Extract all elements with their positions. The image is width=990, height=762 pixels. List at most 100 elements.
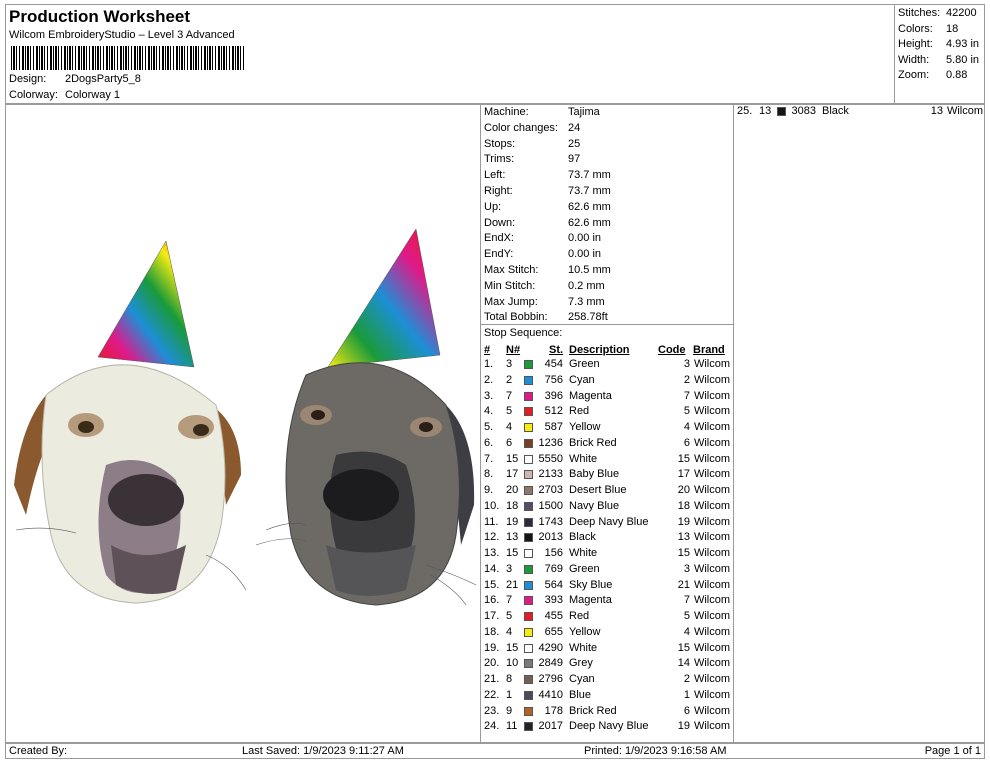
machine-info-value: 0.00 in: [568, 248, 602, 261]
machine-info-row: Down: 62.6 mm: [484, 217, 611, 229]
row-index: 10.: [484, 499, 500, 512]
thread-brand: Wilcom: [693, 720, 730, 733]
row-index: 16.: [484, 594, 500, 607]
machine-info-row: Min Stitch: 0.2 mm: [484, 280, 605, 292]
stitch-count: 2017: [538, 720, 563, 733]
color-swatch: [524, 627, 533, 637]
machine-info-row: Right: 73.7 mm: [484, 185, 611, 197]
stitch-count: 3083: [791, 105, 816, 117]
stitch-count: 655: [544, 625, 563, 638]
color-code: 15: [677, 452, 690, 465]
machine-info-label: Trims:: [484, 153, 515, 166]
color-swatch: [777, 107, 786, 116]
color-swatch: [524, 564, 533, 574]
needle-number: 4: [506, 625, 513, 638]
stitch-count: 2133: [538, 468, 563, 481]
stop-sequence-row: 24. 11 2017 Deep Navy Blue 19 Wilcom: [481, 720, 733, 736]
thread-brand: Wilcom: [693, 657, 730, 670]
left-dog: [14, 240, 241, 604]
stop-sequence-row: 16. 7 393 Magenta 7 Wilcom: [481, 594, 733, 610]
summary-value: 4.93 in: [946, 38, 980, 50]
color-description: White: [569, 452, 598, 465]
color-description: Cyan: [569, 673, 595, 685]
needle-number: 3: [506, 562, 513, 575]
machine-info-row: Color changes: 24: [484, 122, 580, 134]
thread-brand: Wilcom: [693, 531, 730, 544]
worksheet-header: Production Worksheet Wilcom EmbroiderySt…: [5, 4, 894, 104]
row-index: 1.: [484, 358, 494, 370]
color-description: Brick Red: [569, 436, 617, 449]
color-code: 7: [683, 594, 690, 607]
needle-number: 2: [506, 373, 513, 386]
stitch-count: 2849: [538, 657, 563, 670]
stitch-count: 1743: [538, 515, 563, 528]
row-index: 7.: [484, 452, 494, 465]
machine-info-row: Max Stitch: 10.5 mm: [484, 264, 611, 276]
stitch-count: 2013: [538, 531, 563, 544]
color-description: White: [569, 547, 598, 559]
row-index: 3.: [484, 389, 494, 402]
machine-info-label: Left:: [484, 169, 506, 182]
row-index: 11.: [484, 515, 499, 528]
color-swatch: [524, 438, 533, 448]
machine-info-row: EndX: 0.00 in: [484, 232, 601, 244]
machine-info-label: Right:: [484, 185, 513, 197]
machine-info-row: EndY: 0.00 in: [484, 248, 601, 260]
thread-brand: Wilcom: [693, 468, 730, 481]
stitch-count: 756: [544, 373, 563, 386]
color-description: Brick Red: [569, 704, 617, 717]
stop-sequence-row: 7. 15 5550 White 15 Wilcom: [481, 453, 733, 469]
color-swatch: [524, 612, 533, 621]
summary-value: 18: [946, 22, 959, 35]
row-index: 5.: [484, 421, 494, 433]
col-header-code: Code: [658, 344, 686, 356]
stop-sequence-continued: 25. 13 3083 Black 13 Wilcom: [733, 104, 985, 743]
color-code: 19: [677, 720, 690, 733]
stop-sequence-row: 12. 13 2013 Black 13 Wilcom: [481, 531, 733, 547]
color-code: 3: [683, 562, 690, 575]
stitch-count: 454: [544, 358, 563, 370]
machine-info-value: 62.6 mm: [568, 216, 611, 229]
row-index: 8.: [484, 468, 494, 481]
machine-info-label: Up:: [484, 200, 502, 213]
color-description: Red: [569, 405, 590, 418]
thread-brand: Wilcom: [693, 688, 730, 701]
color-description: Deep Navy Blue: [569, 720, 649, 733]
stitch-count: 587: [544, 421, 563, 433]
color-code: 6: [683, 704, 690, 717]
col-header-stitches: St.: [549, 344, 564, 356]
color-code: 2: [683, 373, 690, 386]
needle-number: 6: [506, 436, 513, 449]
summary-label: Stitches:: [898, 7, 941, 19]
stop-sequence-row: 8. 17 2133 Baby Blue 17 Wilcom: [481, 468, 733, 484]
stitch-count: 2796: [538, 673, 563, 685]
needle-number: 15: [506, 547, 519, 559]
row-index: 19.: [484, 641, 500, 654]
color-description: Grey: [569, 657, 593, 670]
color-swatch: [524, 407, 533, 417]
color-code: 15: [677, 641, 690, 654]
design-value: 2DogsParty5_8: [65, 73, 141, 85]
machine-info-label: Down:: [484, 216, 516, 229]
needle-number: 8: [506, 673, 513, 685]
needle-number: 13: [759, 105, 772, 117]
needle-number: 21: [506, 578, 519, 591]
stitch-info-panel: Stop Sequence: # N# St. Description Code…: [480, 104, 734, 743]
machine-info-value: 25: [568, 137, 581, 150]
design-label: Design:: [9, 73, 47, 85]
stitch-count: 178: [544, 704, 563, 717]
color-description: Sky Blue: [569, 578, 613, 591]
machine-info-value: 258.78ft: [568, 311, 608, 324]
color-description: Baby Blue: [569, 468, 620, 481]
stop-sequence-title: Stop Sequence:: [484, 327, 563, 339]
machine-info-row: Stops: 25: [484, 138, 580, 150]
needle-number: 20: [506, 484, 519, 496]
stop-sequence-row: 22. 1 4410 Blue 1 Wilcom: [481, 689, 733, 705]
needle-number: 5: [506, 610, 513, 622]
color-swatch: [524, 722, 533, 732]
color-swatch: [524, 690, 533, 700]
color-swatch: [524, 454, 533, 464]
row-index: 6.: [484, 436, 494, 449]
thread-brand: Wilcom: [693, 358, 730, 370]
stitch-count: 2703: [538, 484, 563, 496]
